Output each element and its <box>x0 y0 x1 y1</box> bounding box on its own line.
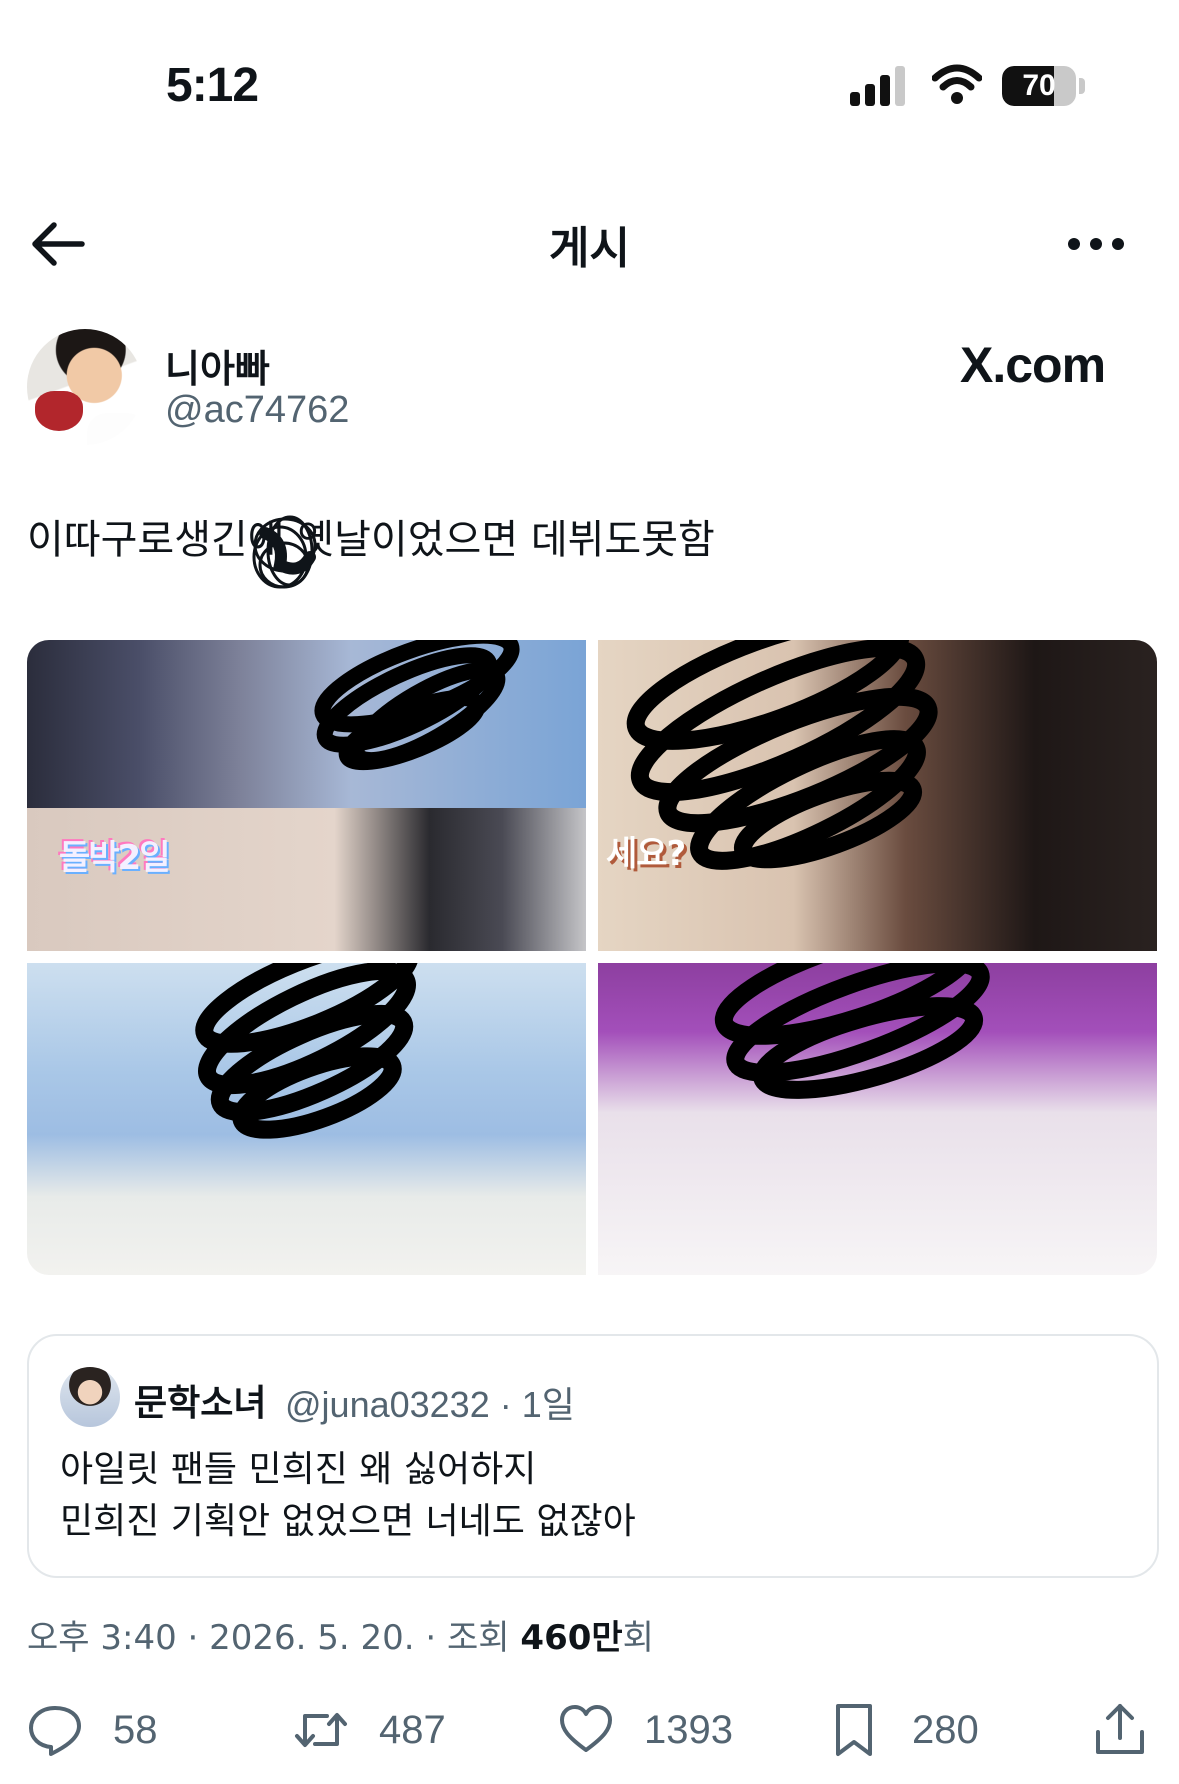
cellular-signal-icon <box>850 66 905 106</box>
share-icon <box>1096 1704 1144 1754</box>
quote-text-line: 민희진 기획안 없었으면 너네도 없잖아 <box>60 1501 636 1542</box>
repost-count: 487 <box>379 1707 446 1752</box>
share-button[interactable] <box>1092 1700 1148 1760</box>
source-watermark: X.com <box>960 337 1106 393</box>
censor-scribble <box>195 963 419 1139</box>
quote-author-avatar[interactable] <box>60 1367 120 1427</box>
battery-icon: 70 <box>1002 66 1086 108</box>
status-time: 5:12 <box>166 59 259 112</box>
author-handle[interactable]: @ac74762 <box>165 389 349 432</box>
media-image-4[interactable] <box>598 963 1157 1275</box>
wifi-icon <box>932 64 982 104</box>
quote-author-meta: @juna03232 · 1일 <box>285 1384 575 1425</box>
view-count: 460만 <box>520 1618 623 1658</box>
censor-scribble <box>626 640 938 870</box>
view-suffix: 회 <box>622 1618 654 1658</box>
bookmark-button[interactable]: 280 <box>826 1700 979 1760</box>
bookmark-icon <box>836 1704 872 1756</box>
reply-count: 58 <box>113 1707 158 1752</box>
image-caption: 돌박2일 <box>59 838 170 878</box>
censor-scribble <box>252 515 317 589</box>
bookmark-count: 280 <box>912 1707 979 1752</box>
reply-icon <box>29 1706 81 1756</box>
post-timestamp: 오후 3:40 · 2026. 5. 20. · 조회 <box>27 1618 521 1658</box>
quote-text-line: 아일릿 팬들 민희진 왜 싫어하지 <box>60 1449 537 1490</box>
repost-button[interactable]: 487 <box>293 1700 446 1760</box>
battery-level: 70 <box>1022 69 1056 102</box>
like-button[interactable]: 1393 <box>558 1700 733 1760</box>
media-image-1[interactable]: 돌박2일 <box>27 640 586 951</box>
censor-scribble <box>314 640 520 771</box>
page-title: 게시 <box>549 223 630 274</box>
censor-scribble <box>714 963 990 1099</box>
more-options-icon[interactable] <box>1066 226 1126 262</box>
author-name[interactable]: 니아빠 <box>165 338 270 393</box>
repost-icon <box>295 1713 347 1747</box>
like-count: 1393 <box>644 1707 733 1752</box>
author-avatar[interactable] <box>27 329 143 445</box>
reply-button[interactable]: 58 <box>27 1700 158 1760</box>
post-meta: 오후 3:40 · 2026. 5. 20. · 조회 460만회 <box>27 1610 654 1659</box>
media-grid[interactable]: 돌박2일 세요? <box>27 640 1157 1275</box>
media-image-2[interactable]: 세요? <box>598 640 1157 951</box>
media-image-3[interactable] <box>27 963 586 1275</box>
quote-author-name[interactable]: 문학소녀 <box>134 1374 266 1426</box>
tweet-text: 이따구로생긴애 옛날이었으면 데뷔도못함 <box>27 517 715 563</box>
heart-icon <box>560 1705 612 1752</box>
